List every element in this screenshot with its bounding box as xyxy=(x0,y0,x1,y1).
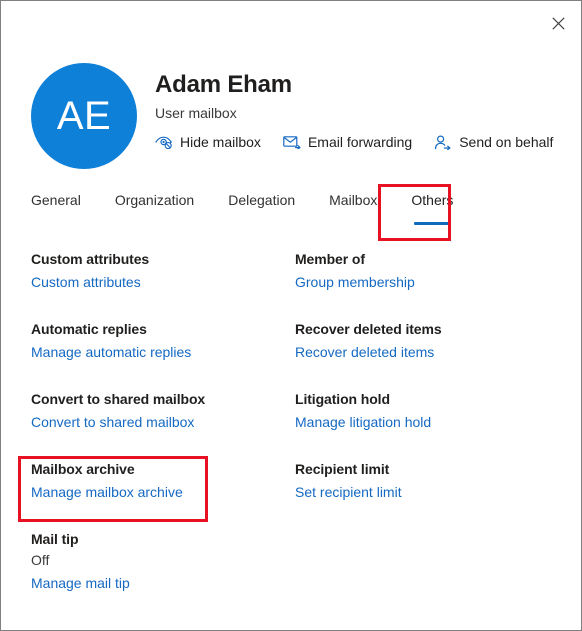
others-tab-content: Custom attributes Custom attributes Memb… xyxy=(31,249,551,593)
setting-title: Convert to shared mailbox xyxy=(31,391,206,407)
setting-title: Litigation hold xyxy=(295,391,390,407)
setting-custom-attributes: Custom attributes Custom attributes xyxy=(31,249,295,292)
manage-mail-tip-link[interactable]: Manage mail tip xyxy=(31,573,130,593)
user-header: AE Adam Eham User mailbox Hide mailbox E… xyxy=(31,63,553,169)
setting-recipient-limit: Recipient limit Set recipient limit xyxy=(295,459,551,502)
setting-title: Mail tip xyxy=(31,531,79,547)
convert-to-shared-mailbox-link[interactable]: Convert to shared mailbox xyxy=(31,412,194,432)
envelope-forward-icon xyxy=(283,133,301,151)
setting-title: Recover deleted items xyxy=(295,321,442,337)
email-forwarding-label: Email forwarding xyxy=(307,134,413,150)
manage-litigation-hold-link[interactable]: Manage litigation hold xyxy=(295,412,431,432)
mailbox-type-subtitle: User mailbox xyxy=(155,105,237,121)
setting-member-of: Member of Group membership xyxy=(295,249,551,292)
setting-title: Recipient limit xyxy=(295,461,390,477)
close-button[interactable] xyxy=(542,7,574,39)
setting-title: Automatic replies xyxy=(31,321,147,337)
tab-general-label: General xyxy=(31,192,81,208)
tab-others-underline xyxy=(414,222,451,225)
tab-organization-underline xyxy=(137,222,173,225)
hide-mailbox-action[interactable]: Hide mailbox xyxy=(155,133,261,151)
page-title: Adam Eham xyxy=(155,71,292,98)
hide-eye-icon xyxy=(155,133,173,151)
group-membership-link[interactable]: Group membership xyxy=(295,272,415,292)
tab-organization-label: Organization xyxy=(114,192,195,208)
setting-litigation-hold: Litigation hold Manage litigation hold xyxy=(295,389,551,432)
manage-mailbox-archive-link[interactable]: Manage mailbox archive xyxy=(31,482,183,502)
tab-mailbox-label: Mailbox xyxy=(329,192,378,208)
hide-mailbox-label: Hide mailbox xyxy=(180,134,261,150)
setting-automatic-replies: Automatic replies Manage automatic repli… xyxy=(31,319,295,362)
tab-organization[interactable]: Organization xyxy=(98,191,211,229)
mailbox-details-panel: AE Adam Eham User mailbox Hide mailbox E… xyxy=(0,0,582,631)
recover-deleted-items-link[interactable]: Recover deleted items xyxy=(295,342,434,362)
send-on-behalf-action[interactable]: Send on behalf xyxy=(434,133,553,151)
settings-grid: Custom attributes Custom attributes Memb… xyxy=(31,249,551,593)
tab-bar: General Organization Delegation Mailbox … xyxy=(31,191,470,229)
avatar-initials: AE xyxy=(56,94,112,138)
setting-mailbox-archive: Mailbox archive Manage mailbox archive xyxy=(31,459,295,502)
user-header-text: Adam Eham User mailbox Hide mailbox Emai… xyxy=(155,71,555,151)
tab-delegation[interactable]: Delegation xyxy=(211,191,312,229)
setting-convert-to-shared-mailbox: Convert to shared mailbox Convert to sha… xyxy=(31,389,295,432)
tab-general-underline xyxy=(38,222,74,225)
setting-title: Member of xyxy=(295,251,365,267)
avatar: AE xyxy=(31,63,137,169)
tab-others[interactable]: Others xyxy=(394,191,470,229)
close-icon xyxy=(551,16,565,30)
email-forwarding-action[interactable]: Email forwarding xyxy=(283,133,412,151)
tab-delegation-label: Delegation xyxy=(228,192,296,208)
mail-tip-value: Off xyxy=(31,552,50,568)
tab-general[interactable]: General xyxy=(31,191,98,229)
custom-attributes-link[interactable]: Custom attributes xyxy=(31,272,141,292)
tab-delegation-underline xyxy=(244,222,280,225)
send-on-behalf-label: Send on behalf xyxy=(459,134,554,150)
setting-mail-tip: Mail tip Off Manage mail tip xyxy=(31,529,295,593)
tab-others-label: Others xyxy=(411,192,454,208)
set-recipient-limit-link[interactable]: Set recipient limit xyxy=(295,482,402,502)
header-action-bar: Hide mailbox Email forwarding Send on be… xyxy=(155,133,555,151)
person-arrow-icon xyxy=(434,133,452,151)
tab-mailbox[interactable]: Mailbox xyxy=(312,191,394,229)
tab-mailbox-underline xyxy=(335,222,371,225)
setting-title: Mailbox archive xyxy=(31,461,135,477)
setting-title: Custom attributes xyxy=(31,251,150,267)
setting-recover-deleted-items: Recover deleted items Recover deleted it… xyxy=(295,319,551,362)
manage-automatic-replies-link[interactable]: Manage automatic replies xyxy=(31,342,191,362)
